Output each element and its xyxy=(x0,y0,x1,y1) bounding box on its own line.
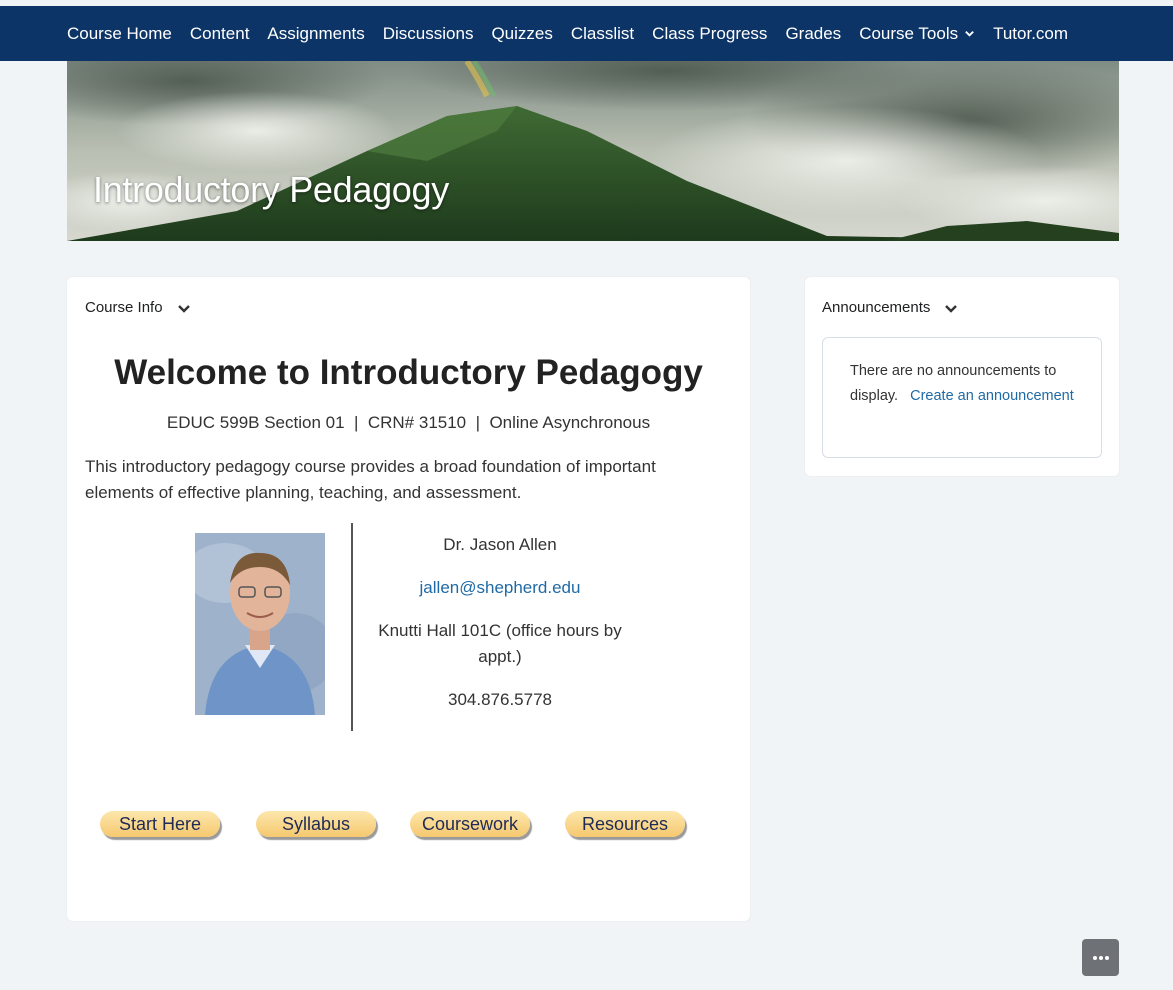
chevron-down-icon xyxy=(177,304,190,313)
mountain-image xyxy=(67,61,1119,241)
nav-label: Course Home xyxy=(67,23,172,43)
nav-label: Classlist xyxy=(570,23,635,43)
chevron-down-icon xyxy=(965,31,974,37)
nav-assignments[interactable]: Assignments xyxy=(267,24,364,44)
announcements-widget: Announcements There are no announcements… xyxy=(805,277,1119,476)
instructor-email-wrap: jallen@shepherd.edu xyxy=(367,575,633,601)
course-description: This introductory pedagogy course provid… xyxy=(85,457,656,502)
nav-label: Content xyxy=(189,23,250,43)
nav-label: Class Progress xyxy=(652,23,768,43)
nav-tutor[interactable]: Tutor.com xyxy=(993,24,1068,44)
course-title: Introductory Pedagogy xyxy=(93,169,449,210)
nav-label: Assignments xyxy=(267,23,365,43)
nav-grades[interactable]: Grades xyxy=(785,24,841,44)
nav-label: Discussions xyxy=(382,23,474,43)
course-nav: Course Home Content Assignments Discussi… xyxy=(67,6,1086,61)
divider xyxy=(351,523,353,731)
chevron-down-icon xyxy=(945,304,958,313)
instructor-photo xyxy=(195,533,325,715)
instructor-email-link[interactable]: jallen@shepherd.edu xyxy=(420,578,581,597)
nav-class-progress[interactable]: Class Progress xyxy=(652,24,767,44)
navbar: Course Home Content Assignments Discussi… xyxy=(0,6,1173,61)
ellipsis-icon xyxy=(1092,955,1109,960)
coursework-button[interactable]: Coursework xyxy=(410,811,530,837)
more-options-button[interactable] xyxy=(1082,939,1119,976)
nav-label: Quizzes xyxy=(491,23,553,43)
nav-course-home[interactable]: Course Home xyxy=(67,24,172,44)
nav-quizzes[interactable]: Quizzes xyxy=(491,24,552,44)
widget-title: Course Info xyxy=(85,299,163,316)
instructor-office: Knutti Hall 101C (office hours by appt.) xyxy=(378,621,622,666)
nav-content[interactable]: Content xyxy=(190,24,250,44)
course-info-header[interactable]: Course Info xyxy=(85,299,191,316)
instructor-phone: 304.876.5778 xyxy=(448,690,552,709)
nav-discussions[interactable]: Discussions xyxy=(383,24,474,44)
nav-label: Grades xyxy=(785,23,842,43)
nav-label: Tutor.com xyxy=(993,23,1069,43)
announcements-empty-text: There are no announcements to display. C… xyxy=(850,359,1080,409)
nav-label: Course Tools xyxy=(859,23,959,43)
widget-title: Announcements xyxy=(822,299,931,316)
course-info-widget: Course Info Welcome to Introductory Peda… xyxy=(67,277,750,921)
resources-button[interactable]: Resources xyxy=(565,811,685,837)
announcements-header[interactable]: Announcements xyxy=(822,299,958,316)
instructor-name: Dr. Jason Allen xyxy=(443,535,557,554)
start-here-button[interactable]: Start Here xyxy=(100,811,220,837)
course-banner: Introductory Pedagogy xyxy=(67,61,1119,241)
syllabus-button[interactable]: Syllabus xyxy=(256,811,376,837)
course-details: EDUC 599B Section 01 | CRN# 31510 | Onli… xyxy=(166,413,651,432)
nav-classlist[interactable]: Classlist xyxy=(571,24,634,44)
announcements-box: There are no announcements to display. C… xyxy=(822,337,1102,458)
create-announcement-link[interactable]: Create an announcement xyxy=(910,388,1074,404)
nav-course-tools[interactable]: Course Tools xyxy=(859,24,975,44)
welcome-heading: Welcome to Introductory Pedagogy xyxy=(114,353,703,392)
